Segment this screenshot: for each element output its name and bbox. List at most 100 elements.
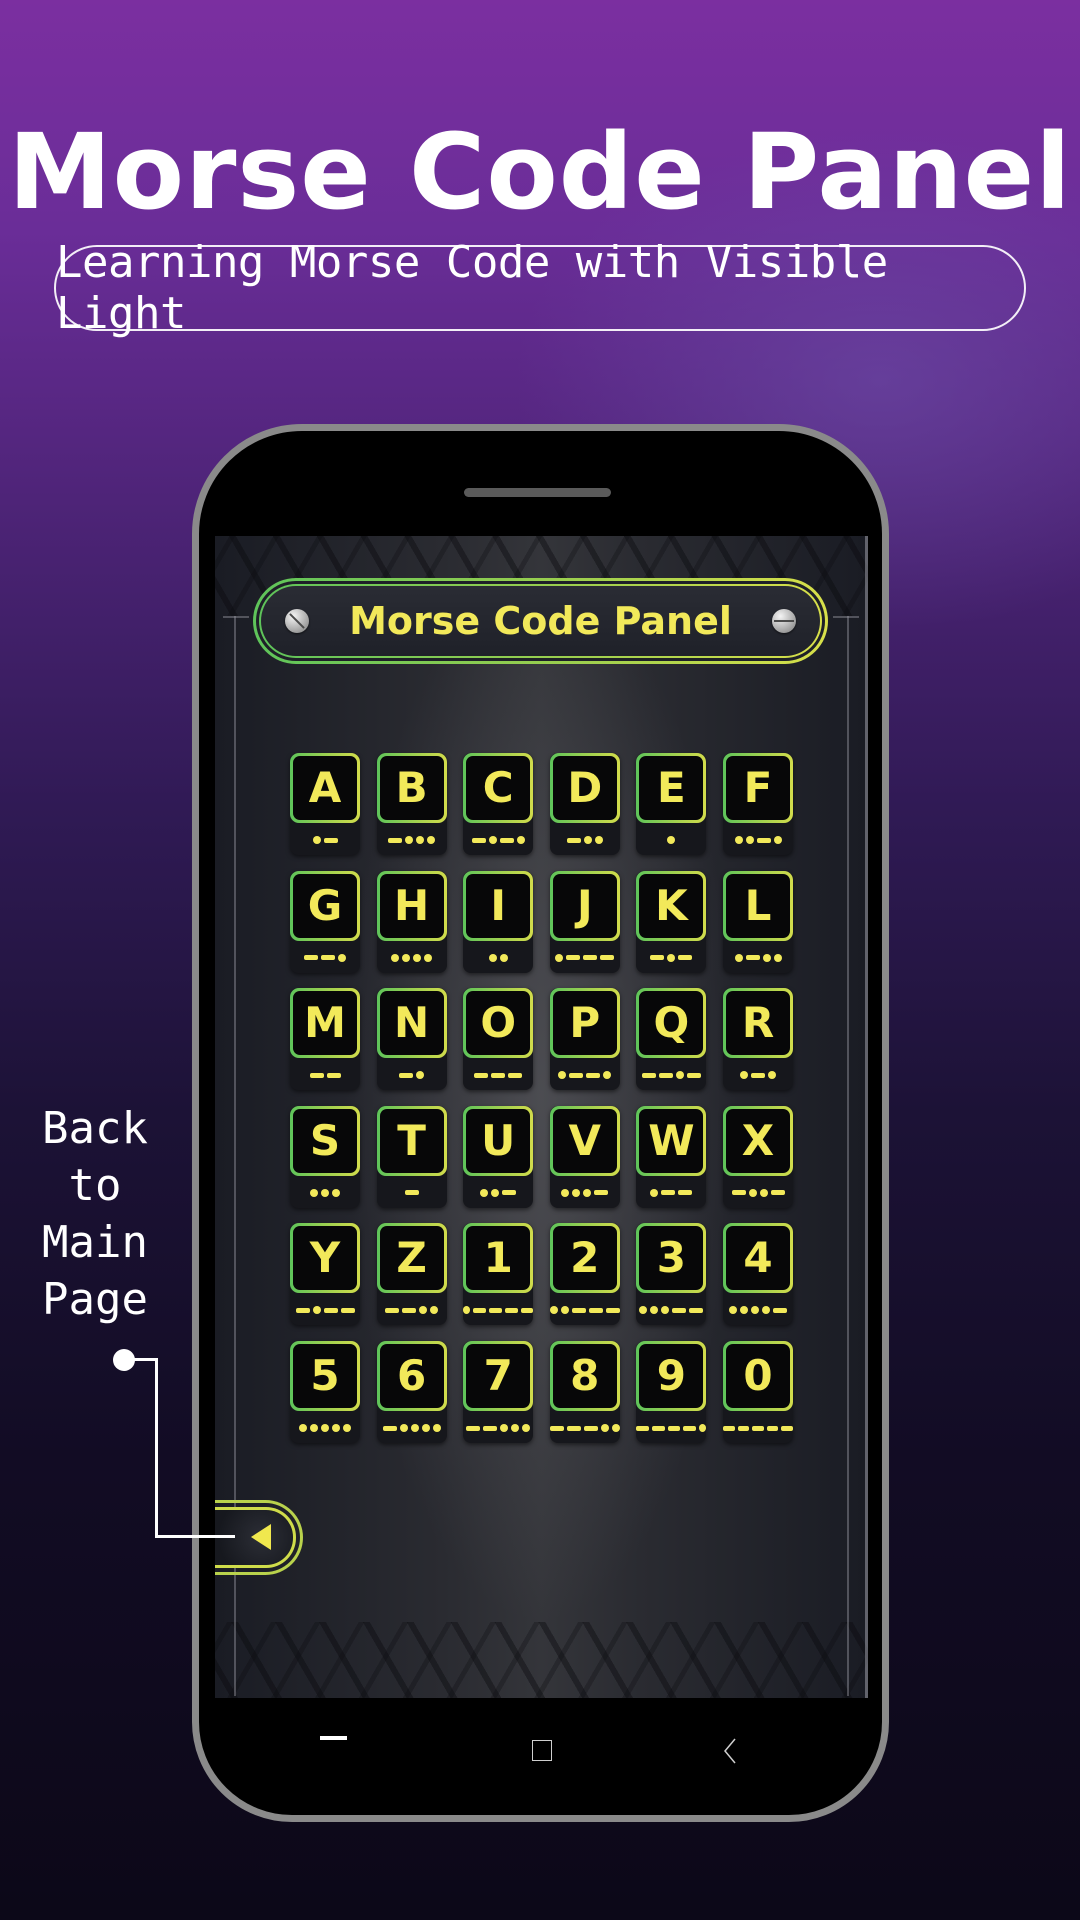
key-face: 2 (549, 1223, 620, 1294)
key-face-inner: E (639, 756, 704, 820)
morse-key-d[interactable]: D (549, 753, 620, 855)
key-face-inner: X (726, 1108, 790, 1173)
morse-key-3[interactable]: 3 (636, 1223, 707, 1326)
morse-key-a[interactable]: A (290, 753, 360, 855)
morse-dash (689, 1307, 704, 1313)
key-morse-code (463, 1303, 534, 1317)
key-face-inner: 1 (466, 1226, 531, 1291)
morse-key-f[interactable]: F (723, 753, 793, 855)
morse-key-h[interactable]: H (376, 870, 447, 973)
morse-dot (594, 836, 603, 844)
morse-key-y[interactable]: Y (290, 1223, 360, 1326)
morse-key-w[interactable]: W (636, 1105, 707, 1208)
phone-speaker (464, 488, 611, 497)
key-face-inner: 6 (379, 1344, 444, 1408)
morse-dash (466, 1425, 481, 1431)
key-morse-code (723, 1421, 793, 1435)
key-character: Y (309, 1233, 341, 1283)
key-morse-code (636, 1068, 706, 1082)
hero-subtitle-pill: Learning Morse Code with Visible Light (54, 237, 1026, 339)
morse-dash (588, 1307, 603, 1313)
morse-key-l[interactable]: L (723, 870, 793, 973)
morse-key-g[interactable]: G (290, 870, 360, 973)
triangle-left-icon (251, 1524, 271, 1550)
morse-dash (658, 1072, 673, 1078)
morse-key-4[interactable]: 4 (723, 1223, 793, 1326)
morse-dash (385, 1307, 400, 1313)
key-character: C (482, 763, 514, 812)
key-face-inner: 4 (726, 1226, 790, 1291)
morse-dash (304, 955, 318, 961)
morse-key-6[interactable]: 6 (376, 1341, 447, 1443)
key-face: U (463, 1105, 534, 1176)
morse-key-e[interactable]: E (636, 753, 707, 855)
key-face-inner: Q (639, 991, 704, 1056)
key-morse-code (636, 951, 706, 965)
morse-key-m[interactable]: M (290, 988, 360, 1091)
morse-key-8[interactable]: 8 (549, 1341, 620, 1443)
key-morse-code (550, 833, 620, 847)
morse-key-s[interactable]: S (290, 1105, 360, 1208)
morse-key-x[interactable]: X (723, 1105, 793, 1208)
screw-icon (772, 609, 796, 633)
morse-key-p[interactable]: P (549, 988, 620, 1091)
morse-dot (516, 836, 525, 844)
morse-dash (756, 837, 771, 843)
key-face: R (723, 988, 793, 1059)
morse-key-1[interactable]: 1 (463, 1223, 534, 1326)
annotation-label: Back to Main Page (40, 1100, 150, 1328)
morse-dot (549, 1306, 558, 1315)
key-face: K (636, 870, 707, 941)
key-character: P (569, 998, 601, 1048)
morse-key-9[interactable]: 9 (636, 1341, 707, 1443)
morse-dash (752, 1425, 764, 1431)
key-face: 5 (290, 1341, 360, 1411)
key-face: X (723, 1105, 793, 1176)
key-morse-code (549, 1421, 620, 1435)
key-character: E (657, 763, 686, 812)
morse-key-q[interactable]: Q (636, 988, 707, 1091)
key-face: O (463, 988, 534, 1059)
morse-dot (558, 1071, 567, 1080)
morse-key-u[interactable]: U (463, 1105, 534, 1208)
home-square-icon[interactable] (532, 1740, 552, 1761)
morse-dot (611, 1424, 620, 1432)
morse-key-j[interactable]: J (549, 870, 620, 973)
morse-dot (745, 836, 754, 844)
key-morse-code (550, 951, 620, 965)
morse-key-t[interactable]: T (376, 1105, 447, 1208)
morse-key-v[interactable]: V (549, 1105, 620, 1208)
key-face-inner: W (639, 1108, 704, 1173)
hero-subtitle: Learning Morse Code with Visible Light (56, 237, 888, 339)
morse-dash (571, 1307, 586, 1313)
morse-dot (312, 1306, 321, 1315)
morse-key-0[interactable]: 0 (723, 1341, 793, 1443)
morse-key-z[interactable]: Z (376, 1223, 447, 1326)
morse-key-c[interactable]: C (463, 753, 534, 855)
key-face: B (376, 753, 447, 823)
key-character: B (395, 763, 428, 812)
morse-key-b[interactable]: B (376, 753, 447, 855)
key-morse-code (463, 1421, 533, 1435)
morse-key-5[interactable]: 5 (290, 1341, 360, 1443)
morse-dot (583, 836, 592, 844)
key-morse-code (377, 951, 447, 965)
morse-key-o[interactable]: O (463, 988, 534, 1091)
recent-apps-icon[interactable] (320, 1736, 347, 1740)
morse-key-r[interactable]: R (723, 988, 793, 1091)
key-face-inner: 5 (293, 1344, 357, 1408)
key-face-inner: K (639, 873, 704, 938)
morse-key-i[interactable]: I (463, 870, 534, 973)
morse-key-2[interactable]: 2 (549, 1223, 620, 1326)
back-chevron-icon[interactable] (722, 1738, 738, 1764)
morse-dot (416, 836, 425, 844)
morse-dash (489, 1307, 502, 1313)
annotation-line: Back (42, 1103, 148, 1154)
morse-dot (413, 953, 422, 962)
morse-key-7[interactable]: 7 (463, 1341, 534, 1443)
morse-dot (405, 836, 414, 844)
morse-key-n[interactable]: N (376, 988, 447, 1091)
morse-key-k[interactable]: K (636, 870, 707, 973)
key-face-inner: 0 (726, 1344, 790, 1408)
morse-dash (520, 1307, 534, 1313)
